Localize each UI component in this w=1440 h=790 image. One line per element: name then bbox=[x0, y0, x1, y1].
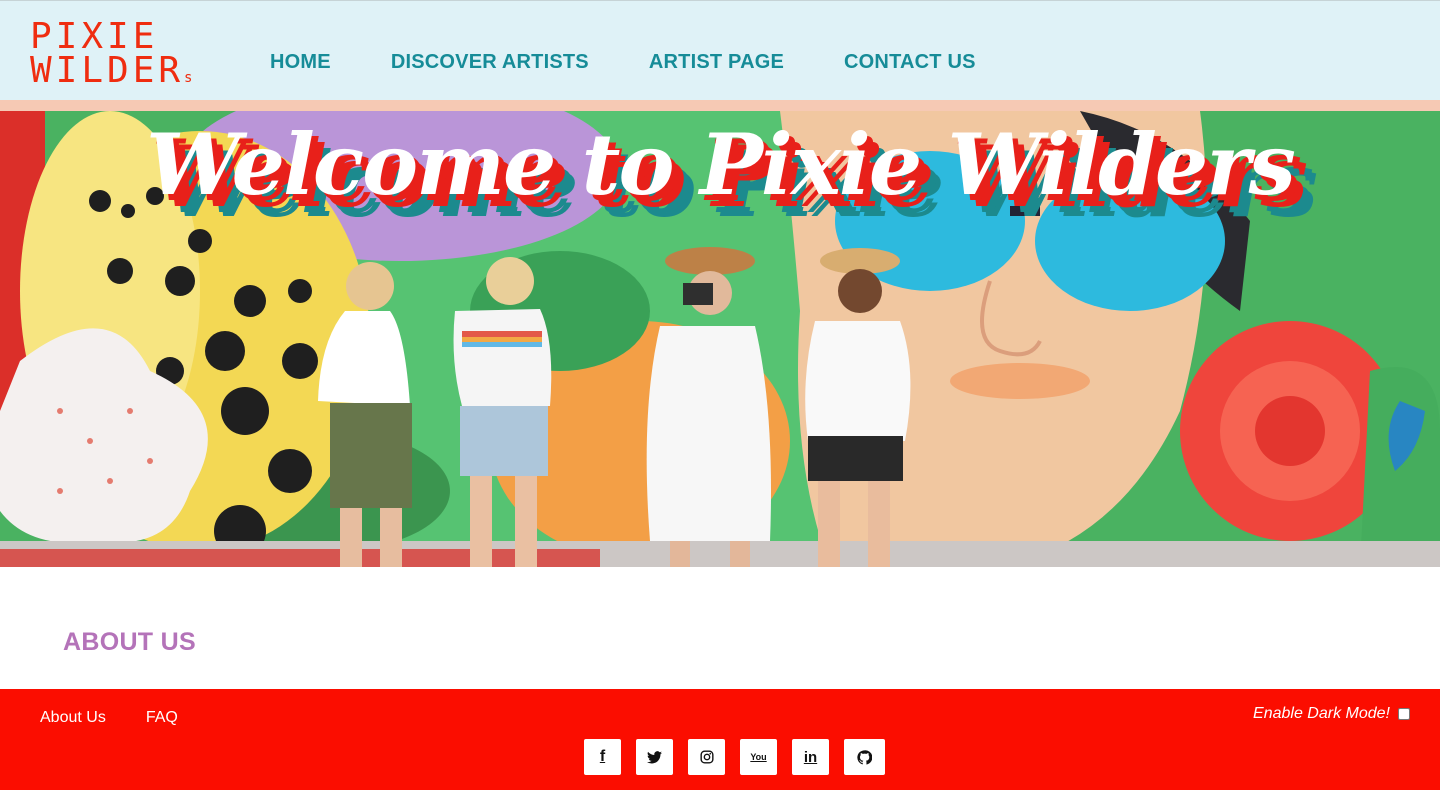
site-header: PIXIE WILDERs HOME DISCOVER ARTISTS ARTI… bbox=[0, 0, 1440, 100]
site-footer: About Us FAQ Enable Dark Mode! f You in bbox=[0, 689, 1440, 790]
youtube-icon[interactable]: You bbox=[740, 739, 777, 775]
logo-suffix: s bbox=[184, 70, 193, 86]
nav-contact-us[interactable]: CONTACT US bbox=[844, 51, 976, 74]
github-icon[interactable] bbox=[844, 739, 885, 775]
dark-mode-label: Enable Dark Mode! bbox=[1253, 705, 1390, 722]
github-glyph bbox=[857, 749, 872, 764]
dark-mode-checkbox[interactable] bbox=[1398, 708, 1410, 720]
header-divider-strip bbox=[0, 100, 1440, 111]
instagram-glyph bbox=[699, 750, 714, 764]
social-links: f You in bbox=[584, 739, 885, 775]
hero-banner: Welcome to Pixie Wilders bbox=[0, 111, 1440, 567]
footer-link-about-us[interactable]: About Us bbox=[40, 709, 106, 727]
footer-links: About Us FAQ bbox=[40, 709, 178, 727]
footer-link-faq[interactable]: FAQ bbox=[146, 709, 178, 727]
youtube-glyph: You bbox=[750, 752, 767, 762]
about-us-heading: ABOUT US bbox=[63, 628, 196, 656]
logo-line-2-text: WILDER bbox=[30, 50, 185, 91]
main-nav: HOME DISCOVER ARTISTS ARTIST PAGE CONTAC… bbox=[270, 51, 976, 74]
instagram-icon[interactable] bbox=[688, 739, 725, 775]
linkedin-icon[interactable]: in bbox=[792, 739, 829, 775]
twitter-icon[interactable] bbox=[636, 739, 673, 775]
hero-title: Welcome to Pixie Wilders bbox=[146, 115, 1296, 214]
logo-line-2: WILDERs bbox=[30, 53, 192, 89]
nav-artist-page[interactable]: ARTIST PAGE bbox=[649, 51, 784, 74]
nav-home[interactable]: HOME bbox=[270, 51, 331, 74]
linkedin-glyph: in bbox=[803, 748, 818, 766]
twitter-glyph bbox=[647, 750, 662, 763]
dark-mode-toggle: Enable Dark Mode! bbox=[1253, 705, 1410, 723]
facebook-glyph: f bbox=[599, 748, 606, 765]
facebook-icon[interactable]: f bbox=[584, 739, 621, 775]
pixie-wilders-logo[interactable]: PIXIE WILDERs bbox=[30, 19, 212, 91]
nav-discover-artists[interactable]: DISCOVER ARTISTS bbox=[391, 51, 589, 74]
